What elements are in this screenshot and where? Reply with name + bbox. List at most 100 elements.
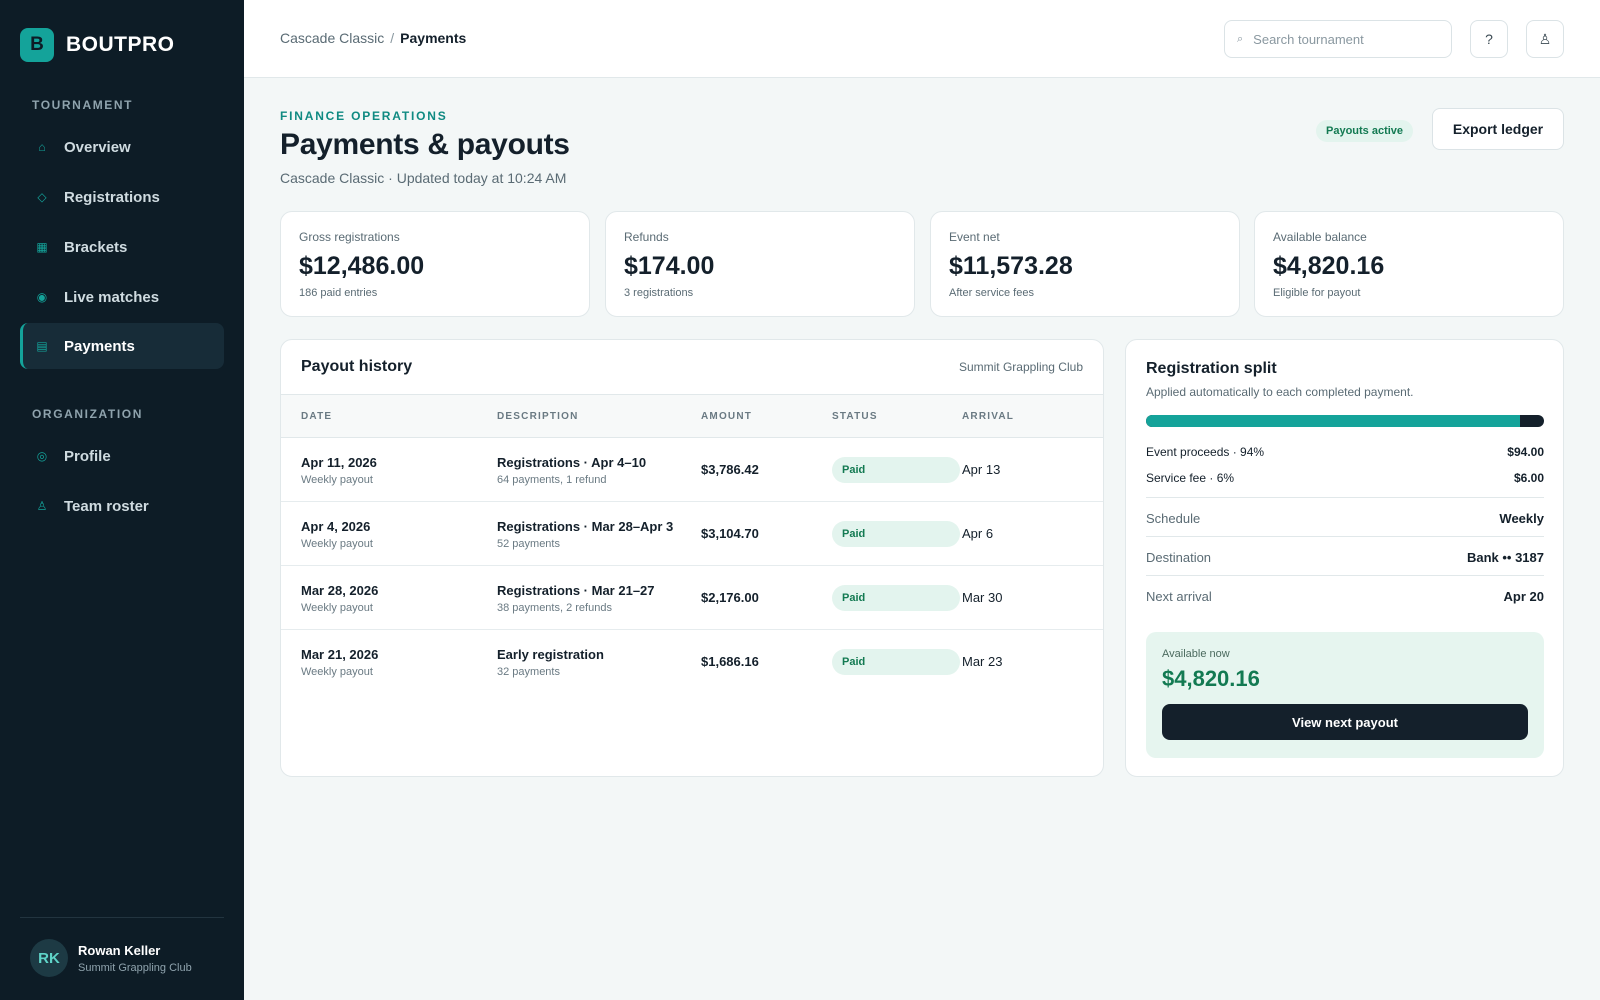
stat-sub: 186 paid entries xyxy=(299,287,378,299)
sidebar-item-label: Brackets xyxy=(64,238,128,256)
ledger-icon: ▤ xyxy=(36,339,48,353)
split-progress-bar xyxy=(1146,415,1544,427)
search-input[interactable] xyxy=(1253,31,1434,47)
sidebar-item-payments[interactable]: ▤ Payments xyxy=(20,323,224,369)
sidebar-item-label: Live matches xyxy=(64,288,160,306)
search-icon: ⌕ xyxy=(1237,32,1244,45)
registration-split-card: Registration split Applied automatically… xyxy=(1125,339,1564,777)
sidebar-item-registrations[interactable]: ◇ Registrations xyxy=(20,174,224,220)
stat-label: Refunds xyxy=(624,230,669,244)
stat-card-event-net: Event net $11,573.28 After service fees xyxy=(930,211,1240,317)
payout-history-card: Payout history Summit Grappling Club DAT… xyxy=(280,339,1104,777)
row-date: Mar 21, 2026 xyxy=(301,647,379,662)
sidebar-divider xyxy=(20,917,224,918)
view-next-payout-button[interactable]: View next payout xyxy=(1162,704,1528,740)
nav-section-organization: ORGANIZATION xyxy=(32,407,143,421)
row-amount: $2,176.00 xyxy=(701,590,759,605)
sidebar-item-team-roster[interactable]: ♙ Team roster xyxy=(20,483,224,529)
account-button[interactable]: ♙ xyxy=(1526,20,1564,58)
status-badge: Paid xyxy=(832,649,960,675)
brand-name: BOUTPRO xyxy=(66,33,175,56)
help-button[interactable]: ? xyxy=(1470,20,1508,58)
stat-card-refunds: Refunds $174.00 3 registrations xyxy=(605,211,915,317)
split-subtitle: Applied automatically to each completed … xyxy=(1146,385,1414,399)
status-badge: Paid xyxy=(832,457,960,483)
payout-history-org: Summit Grappling Club xyxy=(958,360,1083,374)
split-fee-value: $6.00 xyxy=(1513,471,1544,485)
user-name: Rowan Keller xyxy=(78,942,161,958)
sidebar-item-label: Team roster xyxy=(64,497,149,515)
breadcrumb-current: Payments xyxy=(400,30,467,46)
stat-sub: After service fees xyxy=(949,287,1034,299)
stat-sub: 3 registrations xyxy=(624,287,694,299)
status-badge: Payouts active xyxy=(1316,120,1414,142)
row-date-sub: Weekly payout xyxy=(301,474,373,486)
available-now-label: Available now xyxy=(1162,648,1230,660)
export-ledger-button[interactable]: Export ledger xyxy=(1432,108,1564,150)
page-eyebrow: FINANCE OPERATIONS xyxy=(280,109,448,123)
detail-destination: Destination Bank •• 3187 xyxy=(1146,536,1544,575)
sidebar-item-overview[interactable]: ⌂ Overview xyxy=(20,124,224,170)
table-row[interactable]: Apr 4, 2026 Weekly payout Registrations … xyxy=(281,502,1103,566)
detail-key: Schedule xyxy=(1146,511,1201,526)
split-fee-line: Service fee · 6% $6.00 xyxy=(1146,471,1544,485)
brand-logo: B xyxy=(20,28,54,62)
search-box[interactable]: ⌕ xyxy=(1224,20,1452,58)
row-description: Registrations · Mar 21–27 xyxy=(497,583,655,598)
user-profile[interactable]: RK Rowan Keller Summit Grappling Club xyxy=(30,939,192,977)
breadcrumb-separator: / xyxy=(390,30,395,46)
status-badge: Paid xyxy=(832,585,960,611)
sidebar-item-label: Registrations xyxy=(64,188,160,206)
detail-value: Apr 20 xyxy=(1503,589,1544,604)
table-header: DATE DESCRIPTION AMOUNT STATUS ARRIVAL xyxy=(281,394,1103,438)
table-row[interactable]: Apr 11, 2026 Weekly payout Registrations… xyxy=(281,438,1103,502)
row-description: Registrations · Apr 4–10 xyxy=(497,455,647,470)
live-dot-icon: ◉ xyxy=(36,290,48,304)
nav-section-tournament: TOURNAMENT xyxy=(32,98,134,112)
avatar: RK xyxy=(30,939,68,977)
row-date: Apr 11, 2026 xyxy=(301,455,377,470)
table-row[interactable]: Mar 28, 2026 Weekly payout Registrations… xyxy=(281,566,1103,630)
row-date-sub: Weekly payout xyxy=(301,666,373,678)
row-arrival: Apr 13 xyxy=(962,462,1001,477)
sidebar-item-profile[interactable]: ◎ Profile xyxy=(20,433,224,479)
column-header-description[interactable]: DESCRIPTION xyxy=(497,411,579,422)
page-title: Payments & payouts xyxy=(280,128,570,161)
diamond-icon: ◇ xyxy=(37,190,47,204)
row-date-sub: Weekly payout xyxy=(301,538,373,550)
column-header-amount[interactable]: AMOUNT xyxy=(701,411,752,422)
row-description: Early registration xyxy=(497,647,604,662)
sidebar-item-brackets[interactable]: ▦ Brackets xyxy=(20,224,224,270)
row-arrival: Mar 23 xyxy=(962,654,1003,669)
sidebar-item-live-matches[interactable]: ◉ Live matches xyxy=(20,274,224,320)
column-header-date[interactable]: DATE xyxy=(301,411,332,422)
sidebar-item-label: Overview xyxy=(64,138,131,156)
payout-history-title: Payout history xyxy=(301,358,413,375)
sidebar: B BOUTPRO TOURNAMENT ⌂ Overview ◇ Regist… xyxy=(0,0,244,1000)
detail-key: Destination xyxy=(1146,550,1212,565)
row-description-sub: 52 payments xyxy=(497,538,560,550)
row-date: Apr 4, 2026 xyxy=(301,519,371,534)
account-icon: ♙ xyxy=(1538,30,1552,47)
breadcrumb-parent[interactable]: Cascade Classic xyxy=(280,30,384,46)
stat-value: $12,486.00 xyxy=(299,252,425,280)
sidebar-item-label: Payments xyxy=(64,337,135,355)
sidebar-item-label: Profile xyxy=(64,447,111,465)
circle-icon: ◎ xyxy=(36,449,48,463)
row-description-sub: 64 payments, 1 refund xyxy=(497,474,607,486)
row-date-sub: Weekly payout xyxy=(301,602,373,614)
column-header-status[interactable]: STATUS xyxy=(832,411,878,422)
stat-value: $11,573.28 xyxy=(949,252,1073,280)
row-arrival: Apr 6 xyxy=(962,526,994,541)
stat-label: Event net xyxy=(949,230,1000,244)
split-title: Registration split xyxy=(1146,360,1277,377)
topbar: Cascade Classic / Payments ⌕ ? ♙ xyxy=(244,0,1600,78)
table-row[interactable]: Mar 21, 2026 Weekly payout Early registr… xyxy=(281,630,1103,694)
stat-card-available-balance: Available balance $4,820.16 Eligible for… xyxy=(1254,211,1564,317)
detail-key: Next arrival xyxy=(1146,589,1212,604)
brand[interactable]: B BOUTPRO xyxy=(20,28,175,62)
column-header-arrival[interactable]: ARRIVAL xyxy=(962,411,1014,422)
stat-label: Gross registrations xyxy=(299,230,400,244)
breadcrumb: Cascade Classic / Payments xyxy=(280,30,466,46)
stat-value: $174.00 xyxy=(624,252,715,280)
